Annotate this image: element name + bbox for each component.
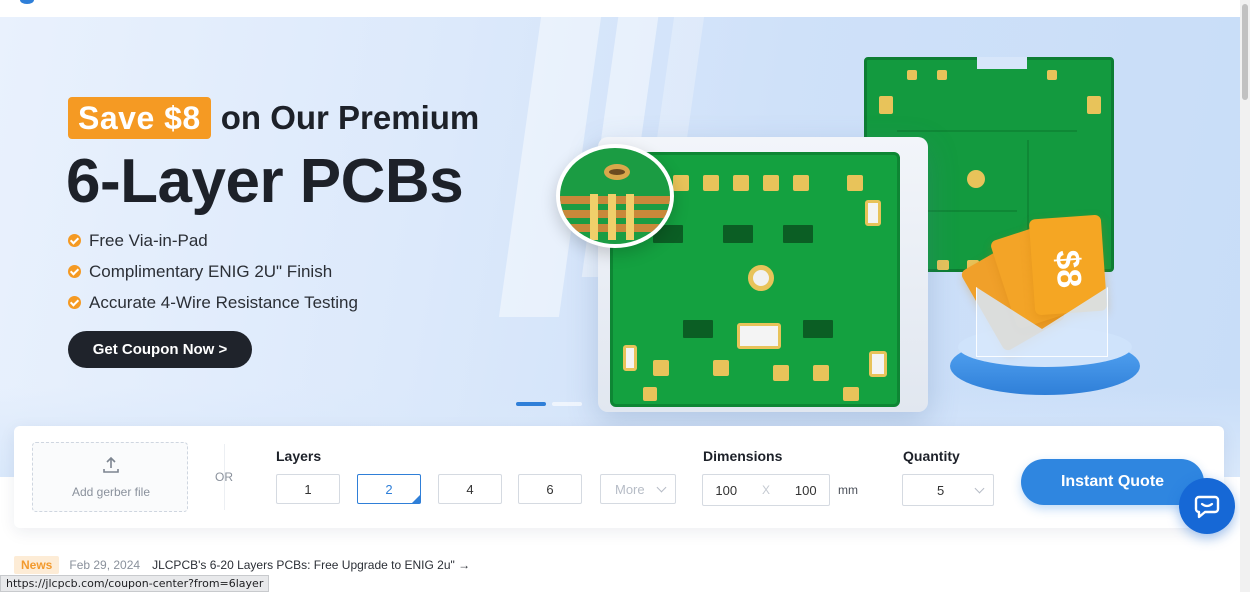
scrollbar-thumb[interactable]	[1242, 4, 1248, 100]
top-nav-bar	[0, 0, 1240, 17]
quantity-label: Quantity	[903, 448, 960, 464]
layers-label: Layers	[276, 448, 322, 464]
chevron-down-icon	[656, 482, 667, 492]
hero-banner[interactable]: Save $8 on Our Premium 6-Layer PCBs Free…	[0, 17, 1240, 477]
carousel-dot[interactable]	[552, 402, 582, 406]
layer-option-2[interactable]: 2	[357, 474, 421, 504]
layer-more-dropdown[interactable]: More	[600, 474, 676, 504]
more-label: More	[615, 481, 645, 497]
add-gerber-dropzone[interactable]: Add gerber file	[32, 442, 188, 512]
feature-label: Accurate 4-Wire Resistance Testing	[89, 292, 358, 312]
check-circle-icon	[68, 234, 81, 247]
browser-status-url: https://jlcpcb.com/coupon-center?from=6l…	[0, 575, 270, 592]
news-ticker[interactable]: News Feb 29, 2024 JLCPCB's 6-20 Layers P…	[14, 555, 470, 575]
news-headline-link[interactable]: JLCPCB's 6-20 Layers PCBs: Free Upgrade …	[152, 558, 470, 572]
check-circle-icon	[68, 265, 81, 278]
layer-option-4[interactable]: 4	[438, 474, 502, 504]
coupon-amount-text: $8	[1048, 248, 1089, 290]
dimension-y-input[interactable]: 100	[795, 483, 817, 498]
dimension-separator: X	[761, 483, 770, 497]
dimensions-label: Dimensions	[703, 448, 783, 464]
feature-list: Free Via-in-Pad Complimentary ENIG 2U" F…	[68, 225, 358, 318]
page: Save $8 on Our Premium 6-Layer PCBs Free…	[0, 0, 1250, 592]
carousel-dot-active[interactable]	[516, 402, 546, 406]
news-date: Feb 29, 2024	[69, 558, 141, 572]
site-logo[interactable]	[20, 0, 34, 4]
layer-option-1[interactable]: 1	[276, 474, 340, 504]
quantity-value: 5	[937, 482, 945, 498]
dimension-x-input[interactable]: 100	[715, 483, 737, 498]
feature-label: Free Via-in-Pad	[89, 230, 208, 250]
feature-item: Free Via-in-Pad	[68, 225, 358, 256]
dimension-unit: mm	[838, 483, 858, 497]
save-badge: Save $8	[68, 97, 211, 139]
hero-headline-line1: Save $8 on Our Premium	[68, 97, 479, 139]
instant-quote-button[interactable]: Instant Quote	[1021, 459, 1204, 505]
news-badge: News	[14, 556, 60, 574]
upload-icon	[103, 456, 119, 473]
feature-label: Complimentary ENIG 2U" Finish	[89, 261, 333, 281]
carousel-indicator	[516, 402, 582, 406]
page-scrollbar[interactable]	[1240, 0, 1250, 592]
get-coupon-button[interactable]: Get Coupon Now >	[68, 331, 252, 368]
layer-option-6[interactable]: 6	[518, 474, 582, 504]
add-gerber-label: Add gerber file	[71, 485, 151, 499]
feature-item: Accurate 4-Wire Resistance Testing	[68, 287, 358, 318]
chevron-down-icon	[974, 483, 985, 493]
check-circle-icon	[68, 296, 81, 309]
dimensions-input-group: 100 X 100	[702, 474, 830, 506]
via-in-pad-zoom-image	[556, 144, 674, 248]
feature-item: Complimentary ENIG 2U" Finish	[68, 256, 358, 287]
quick-quote-panel: Add gerber file OR Layers 1 2 4 6 More D…	[14, 426, 1224, 528]
or-label: OR	[215, 470, 233, 484]
hero-headline-main: 6-Layer PCBs	[66, 147, 464, 216]
chat-button[interactable]	[1179, 478, 1235, 534]
chat-bubble-icon	[1194, 495, 1220, 519]
headline-subtitle: on Our Premium	[220, 99, 480, 136]
quantity-select[interactable]: 5	[902, 474, 994, 506]
